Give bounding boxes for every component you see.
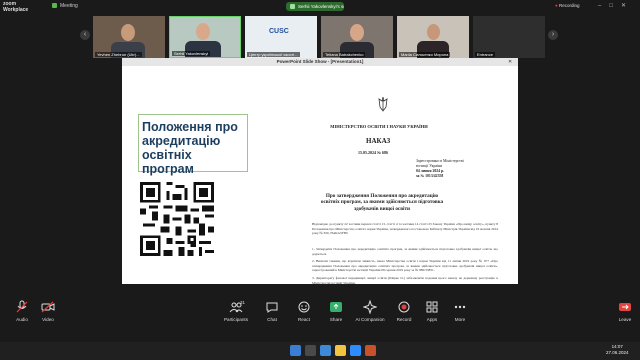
participant-tile[interactable]: Mariia Сильченко Мирона [397, 16, 469, 58]
share-label: Share [329, 317, 343, 322]
gallery-next-icon[interactable]: › [548, 30, 558, 40]
clock-date: 27.06.2024 [606, 349, 629, 355]
more-icon [453, 300, 467, 314]
document-paragraph: 3. Директорату фахової передвищої, вищої… [312, 276, 498, 285]
system-clock[interactable]: 14:07 27.06.2024 [606, 344, 629, 355]
recording-indicator[interactable]: ● Recording [555, 3, 580, 8]
participant-tile[interactable]: Entrance [473, 16, 545, 58]
search-icon[interactable] [305, 345, 316, 356]
file-explorer-icon[interactable] [335, 345, 346, 356]
document-title: Про затвердження Положення про акредитац… [320, 193, 444, 212]
participants-button[interactable]: Participants [216, 300, 256, 322]
participant-tile[interactable]: Tetiana Batrakchenko [321, 16, 393, 58]
participant-name: Serhii Yakovlenskyi [172, 51, 211, 56]
video-label: Video [42, 317, 54, 322]
more-label: More [454, 317, 466, 322]
apps-icon [425, 300, 439, 314]
more-button[interactable]: More [440, 300, 480, 322]
registration-block: Зареєстровано в Міністерстві юстиції Укр… [416, 159, 486, 179]
document-paragraph: 2. Визнати такими, що втратили чинність,… [312, 259, 498, 273]
shield-icon [52, 3, 57, 8]
react-label: React [297, 317, 310, 322]
chat-icon [265, 300, 279, 314]
participant-face [427, 24, 440, 40]
participant-name: Mariia Сильченко Мирона [399, 52, 451, 57]
start-icon[interactable] [290, 345, 301, 356]
ministry-header: МІНІСТЕРСТВО ОСВІТИ І НАУКИ УКРАЇНИ [330, 124, 428, 129]
react-icon [297, 300, 311, 314]
powerpoint-app-icon[interactable] [365, 345, 376, 356]
participant-name: Tetiana Batrakchenko [323, 52, 366, 57]
video-camera-icon [41, 300, 55, 314]
zoom-app-icon[interactable] [350, 345, 361, 356]
share-screen-icon [329, 300, 343, 314]
record-icon [397, 300, 411, 314]
leave-icon [618, 300, 632, 314]
coat-of-arms-icon [378, 96, 388, 113]
zoom-logo-line2: Workplace [3, 7, 29, 13]
order-title: НАКАЗ [366, 137, 391, 145]
cusc-logo: CUSC [269, 28, 289, 35]
recording-label: Recording [558, 3, 580, 8]
audio-label: Audio [16, 317, 28, 322]
meeting-label[interactable]: Meeting [60, 3, 78, 9]
leave-button[interactable]: Leave [612, 300, 638, 322]
document-paragraph: Відповідно до пункту 22 частини першої с… [312, 222, 498, 236]
order-date: 15.05.2024 № 686 [358, 150, 389, 155]
zoom-logo: zoom Workplace [3, 1, 28, 13]
ai-companion-icon [362, 299, 378, 315]
presentation-title-bar: PowerPoint Slide Show - [Presentation1] [122, 58, 518, 66]
participant-tile-active-speaker[interactable]: Serhii Yakovlenskyi [169, 16, 241, 58]
participant-face [196, 23, 210, 40]
leave-label: Leave [618, 317, 632, 322]
participant-tile[interactable]: CUSC Центр української якості... [245, 16, 317, 58]
apps-label: Apps [426, 317, 438, 322]
participant-face [121, 24, 135, 41]
microphone-icon [15, 300, 29, 314]
gallery-prev-icon[interactable]: ‹ [80, 30, 90, 40]
participant-name: Yevhen Zhebrun (Ukr)... [95, 52, 142, 57]
presentation-title: PowerPoint Slide Show - [Presentation1] [276, 59, 364, 64]
record-label: Record [396, 317, 412, 322]
registration-line: за № 1013/42358 [416, 174, 444, 178]
record-dot-icon: ● [555, 3, 558, 8]
document-paragraph: 1. Затвердити Положення про акредитацію … [312, 247, 498, 256]
participant-name: Entrance [475, 52, 496, 57]
chat-label: Chat [267, 317, 277, 322]
participant-tile[interactable]: Yevhen Zhebrun (Ukr)... [93, 16, 165, 58]
edge-browser-icon[interactable] [320, 345, 331, 356]
window-controls[interactable]: –□✕ [598, 2, 634, 9]
share-screen-icon [290, 4, 295, 9]
participant-name: Центр української якості... [247, 52, 300, 57]
qr-code [140, 182, 214, 256]
video-button[interactable]: Video [28, 300, 68, 322]
participants-count: 31 [240, 300, 246, 305]
ai-companion-label: AI Companion [355, 317, 385, 322]
close-icon[interactable]: ✕ [508, 58, 512, 66]
participants-label: Participants [223, 317, 248, 322]
participant-face [350, 24, 364, 41]
slide-heading: Положення про акредитацію освітніх прогр… [142, 120, 238, 176]
